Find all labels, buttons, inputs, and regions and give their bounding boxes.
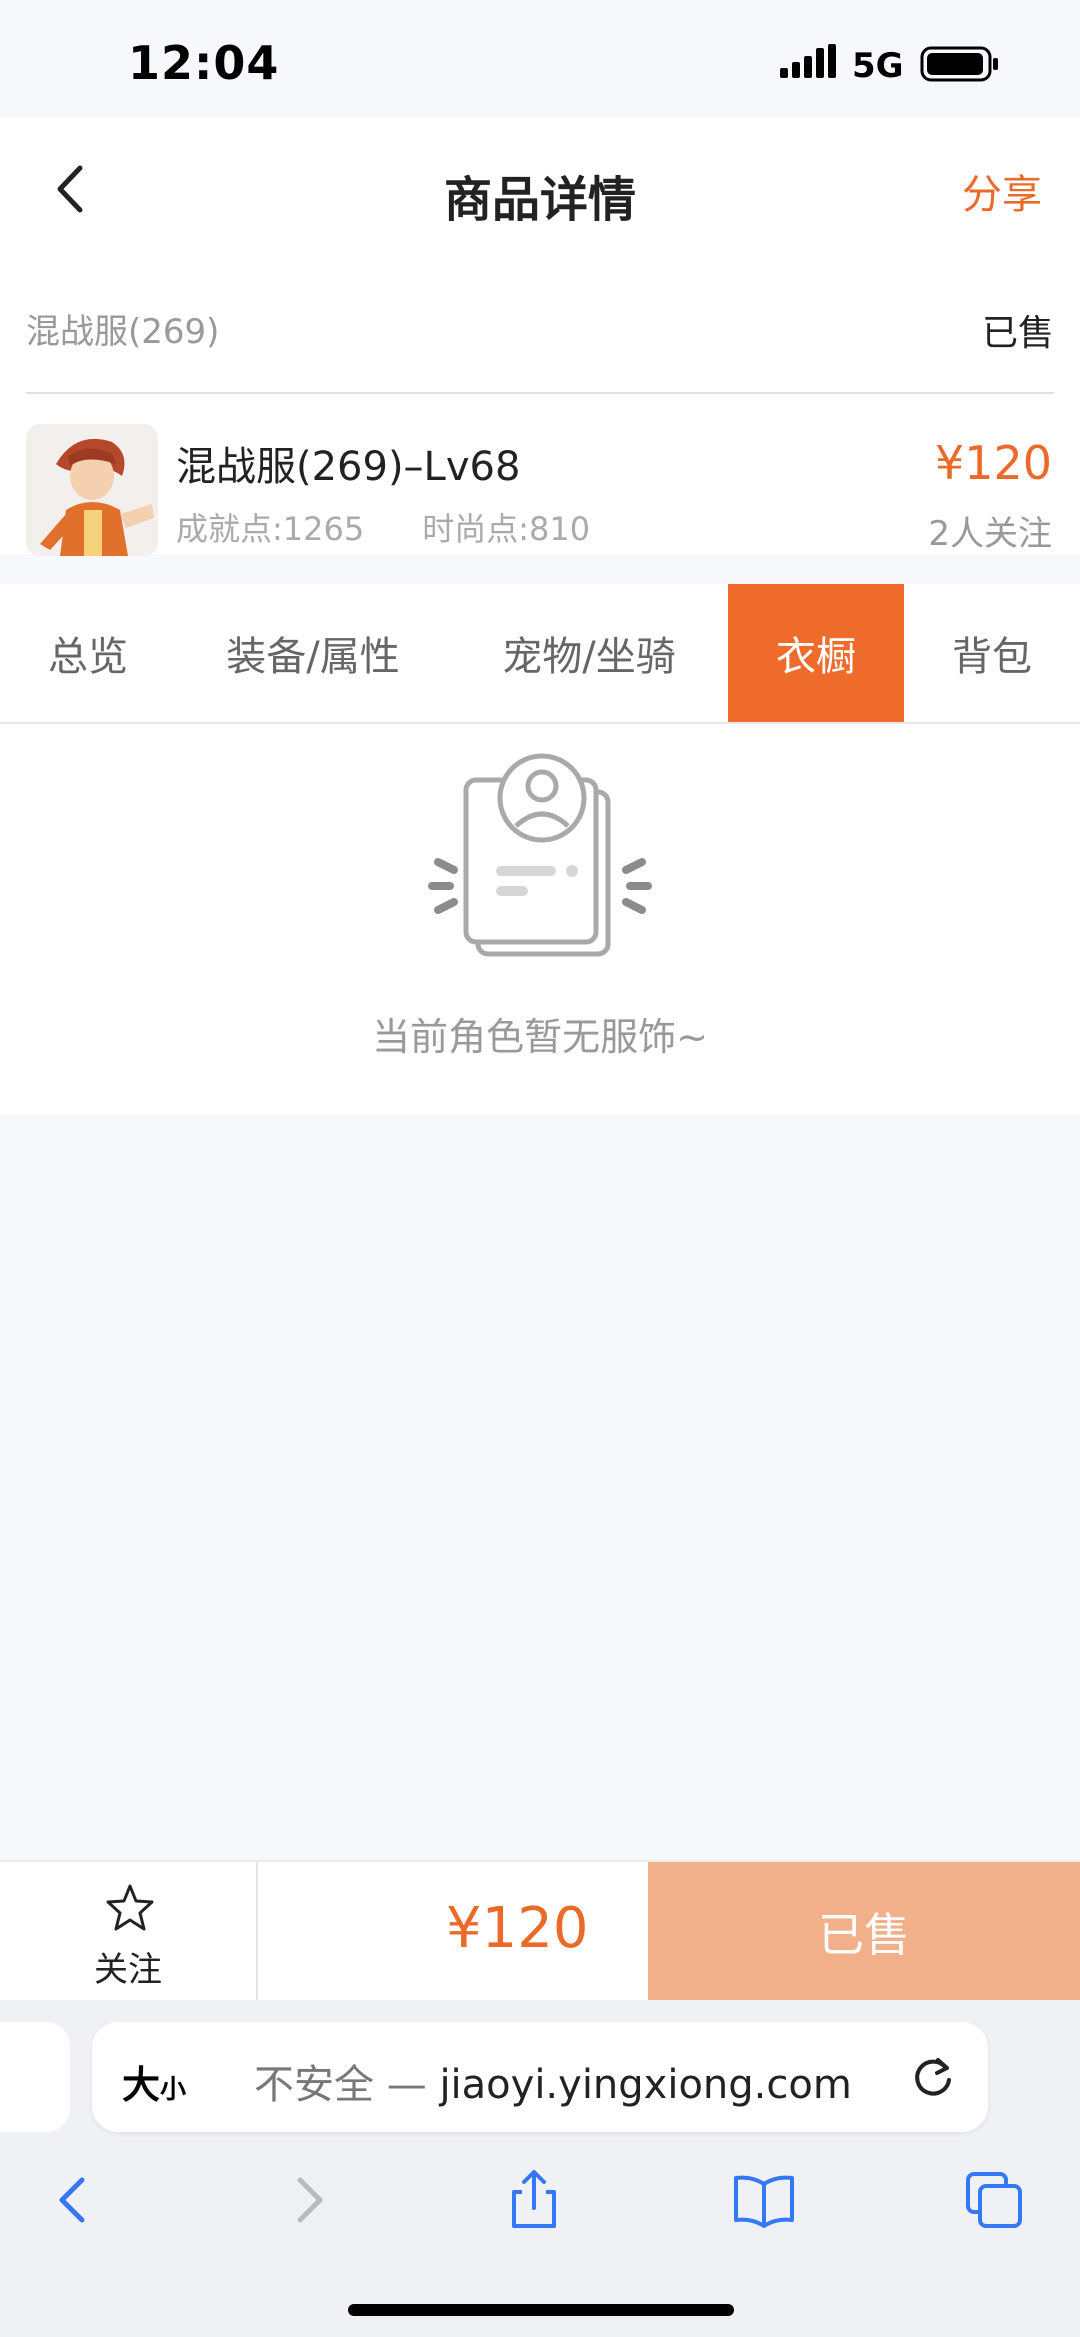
character-image-icon	[26, 424, 158, 556]
insecure-label: 不安全 —	[254, 2062, 440, 2108]
tabs-icon[interactable]	[962, 2168, 1026, 2232]
url-text: 不安全 — jiaoyi.yingxiong.com	[254, 2052, 852, 2110]
previous-tab-preview[interactable]	[0, 2022, 70, 2132]
product-meta: 成就点:1265 时尚点:810	[176, 504, 590, 550]
star-icon	[106, 1884, 154, 1931]
signal-icon	[780, 44, 836, 78]
follow-label: 关注	[94, 1950, 162, 1990]
server-row: 混战服(269) 已售	[0, 260, 1080, 394]
tab-pets[interactable]: 宠物/坐骑	[450, 584, 728, 722]
sold-status: 已售	[981, 313, 1054, 354]
home-indicator	[348, 2304, 734, 2316]
tab-backpack[interactable]: 背包	[904, 584, 1080, 722]
tab-overview[interactable]: 总览	[0, 584, 176, 722]
character-avatar	[26, 424, 158, 556]
empty-profile-card-icon	[428, 753, 652, 957]
bookmarks-icon[interactable]	[732, 2168, 796, 2232]
share-sheet-icon[interactable]	[502, 2168, 566, 2232]
tab-equipment[interactable]: 装备/属性	[176, 584, 450, 722]
achievement-points: 成就点:1265	[176, 510, 365, 548]
page-title: 商品详情	[443, 172, 636, 228]
bottom-price: ¥120	[446, 1896, 589, 1961]
text-size-big: 大	[122, 2063, 161, 2107]
reload-icon[interactable]	[908, 2052, 958, 2102]
product-card[interactable]: 混战服(269)–Lv68 成就点:1265 时尚点:810 ¥120 2人关注	[0, 394, 1080, 556]
share-button[interactable]: 分享	[962, 162, 1042, 220]
browser-forward-icon[interactable]	[276, 2168, 340, 2232]
nav-header: 商品详情 分享	[0, 118, 1080, 260]
battery-icon	[920, 46, 998, 82]
bottom-action-bar: 关注 ¥120 已售	[0, 1860, 1080, 2002]
text-size-small: 小	[160, 2075, 187, 2105]
tab-wardrobe[interactable]: 衣橱	[728, 584, 904, 722]
address-bar[interactable]: 大小 不安全 — jiaoyi.yingxiong.com	[92, 2022, 988, 2132]
detail-tabs: 总览 装备/属性 宠物/坐骑 衣橱 背包	[0, 584, 1080, 722]
network-label: 5G	[852, 46, 904, 86]
url-domain: jiaoyi.yingxiong.com	[439, 2062, 852, 2108]
empty-state: 当前角色暂无服饰~	[0, 724, 1080, 1114]
fashion-points: 时尚点:810	[422, 510, 591, 548]
empty-message: 当前角色暂无服饰~	[372, 1015, 708, 1059]
status-bar: 12:04 5G	[0, 0, 1080, 118]
sold-button[interactable]: 已售	[648, 1862, 1080, 2002]
text-size-button[interactable]: 大小	[122, 2054, 186, 2109]
browser-toolbar: 大小 不安全 — jiaoyi.yingxiong.com	[0, 2000, 1080, 2337]
browser-back-icon[interactable]	[42, 2168, 106, 2232]
follow-button[interactable]: 关注	[0, 1862, 258, 2002]
follower-count: 2人关注	[928, 514, 1052, 554]
server-name: 混战服(269)	[26, 312, 220, 352]
status-time: 12:04	[128, 36, 280, 90]
product-title: 混战服(269)–Lv68	[176, 444, 521, 490]
product-price: ¥120	[934, 436, 1052, 490]
